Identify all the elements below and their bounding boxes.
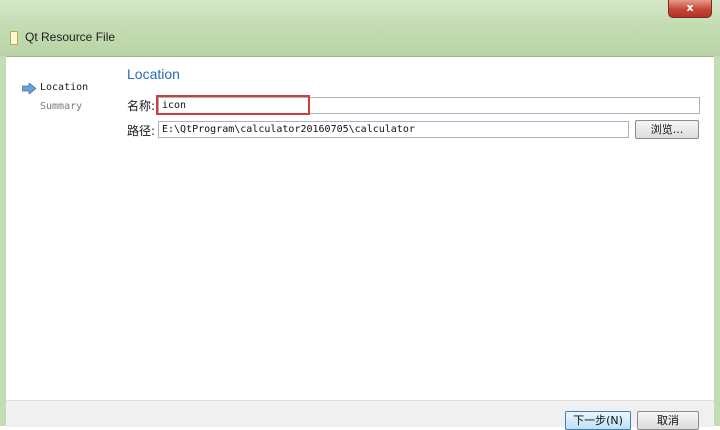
close-button[interactable]: x [668, 0, 712, 18]
cancel-button[interactable]: 取消 [637, 411, 699, 430]
page-title: Location [127, 66, 180, 82]
name-label: 名称: [127, 99, 156, 113]
step-summary: Summary [40, 101, 83, 112]
window-title: Qt Resource File [25, 30, 116, 44]
close-icon: x [686, 1, 694, 14]
path-input[interactable]: E:\QtProgram\calculator20160705\calculat… [158, 121, 629, 138]
next-button[interactable]: 下一步(N) [565, 411, 631, 430]
path-label: 路径: [127, 124, 156, 138]
highlight-box [156, 95, 310, 115]
step-location: Location [40, 82, 89, 93]
title-bar [0, 0, 720, 57]
browse-button[interactable]: 浏览... [635, 120, 699, 139]
document-icon [10, 31, 18, 45]
window-frame-right [714, 56, 720, 426]
arrow-right-icon [22, 83, 36, 94]
